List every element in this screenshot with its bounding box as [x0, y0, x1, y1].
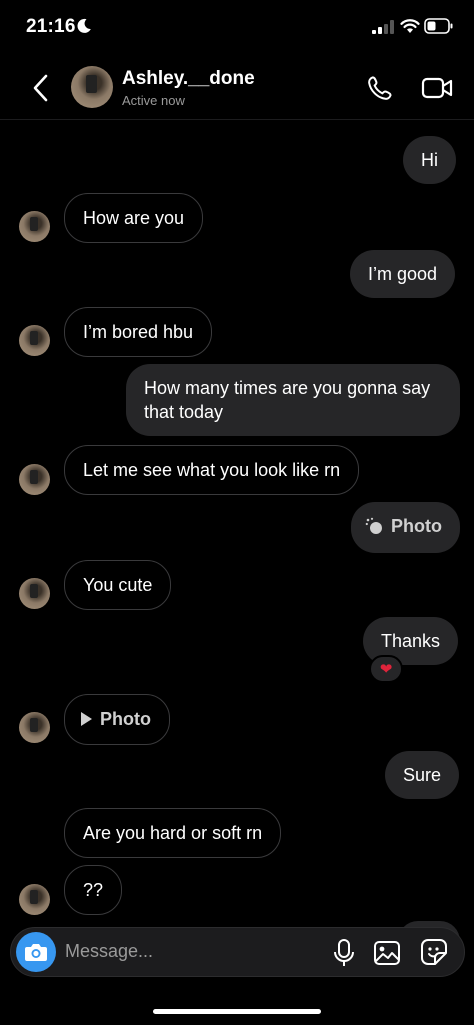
loading-icon	[365, 517, 382, 534]
phone-icon[interactable]	[366, 74, 394, 102]
sender-avatar[interactable]	[19, 325, 50, 356]
photo-label: Photo	[81, 707, 151, 731]
gallery-icon[interactable]	[373, 939, 401, 967]
message-input[interactable]	[65, 941, 315, 962]
status-bar: 21:16	[0, 0, 474, 56]
message-outgoing[interactable]: Hi	[403, 136, 456, 184]
chat-header: Ashley.__done Active now	[0, 56, 474, 120]
message-outgoing[interactable]: Sure	[385, 751, 460, 799]
wifi-icon	[400, 19, 420, 33]
photo-label: Photo	[365, 514, 442, 538]
contact-name[interactable]: Ashley.__done	[122, 68, 255, 90]
camera-button[interactable]	[16, 932, 56, 972]
message-incoming[interactable]: Are you hard or soft rn	[64, 808, 282, 858]
battery-icon	[424, 18, 453, 34]
photo-message-outgoing[interactable]: Photo	[351, 502, 460, 553]
dm-conversation-screen: 21:16 Ashley.__done Active now Hi How ar…	[0, 0, 474, 1025]
sender-avatar[interactable]	[19, 884, 50, 915]
sender-avatar[interactable]	[19, 464, 50, 495]
photo-text: Photo	[391, 516, 442, 536]
moon-icon	[77, 18, 91, 33]
status-time: 21:16	[26, 16, 76, 37]
message-incoming[interactable]: ??	[64, 865, 123, 915]
message-outgoing[interactable]: How many times are you gonna say that to…	[126, 364, 460, 436]
message-incoming[interactable]: I’m bored hbu	[64, 307, 213, 357]
back-chevron-icon[interactable]	[28, 72, 54, 104]
photo-text: Photo	[100, 709, 151, 729]
contact-status: Active now	[122, 93, 185, 108]
message-composer	[10, 927, 465, 977]
signal-icon	[372, 20, 394, 34]
sender-avatar[interactable]	[19, 712, 50, 743]
contact-avatar[interactable]	[71, 66, 113, 108]
video-camera-icon[interactable]	[421, 76, 453, 100]
message-incoming[interactable]: You cute	[64, 560, 172, 610]
sticker-icon[interactable]	[420, 938, 448, 966]
play-icon	[81, 712, 92, 726]
home-indicator[interactable]	[153, 1009, 321, 1014]
camera-icon	[25, 944, 47, 961]
photo-message-incoming[interactable]: Photo	[64, 694, 170, 745]
sender-avatar[interactable]	[19, 578, 50, 609]
message-outgoing[interactable]: I’m good	[350, 250, 456, 298]
sender-avatar[interactable]	[19, 211, 50, 242]
microphone-icon[interactable]	[332, 938, 356, 968]
message-incoming[interactable]: How are you	[64, 193, 204, 243]
heart-reaction-icon[interactable]: ❤	[369, 655, 403, 683]
message-incoming[interactable]: Let me see what you look like rn	[64, 445, 360, 495]
